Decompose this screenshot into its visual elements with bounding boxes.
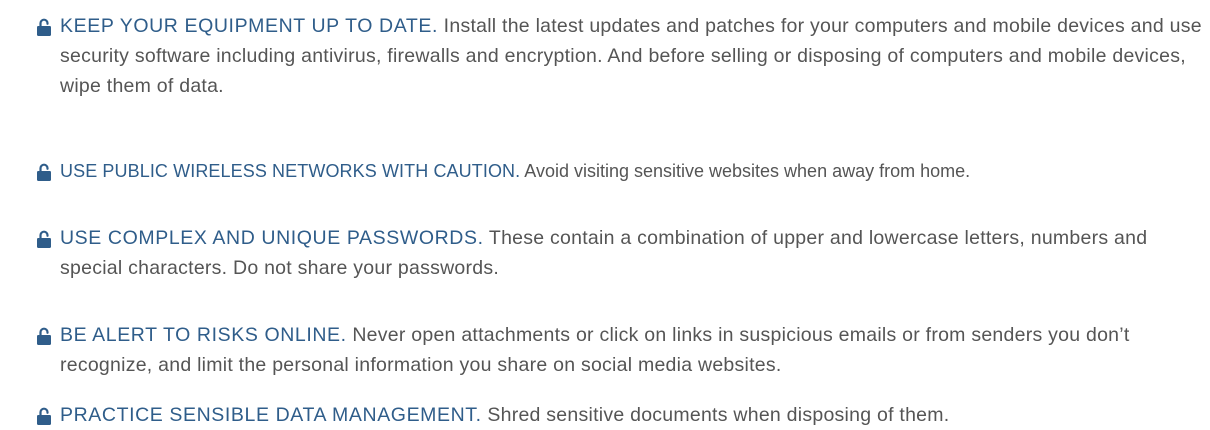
tip-heading: USE COMPLEX AND UNIQUE PASSWORDS. xyxy=(60,227,484,249)
tip-body: Shred sensitive documents when disposing… xyxy=(481,404,950,426)
tip-heading: KEEP YOUR EQUIPMENT UP TO DATE. xyxy=(60,15,439,37)
tip-alert-to-risks-online: BE ALERT TO RISKS ONLINE. Never open att… xyxy=(36,320,1202,380)
tip-keep-equipment-up-to-date: KEEP YOUR EQUIPMENT UP TO DATE. Install … xyxy=(36,11,1202,101)
tip-text: USE COMPLEX AND UNIQUE PASSWORDS. These … xyxy=(60,223,1202,283)
tip-complex-unique-passwords: USE COMPLEX AND UNIQUE PASSWORDS. These … xyxy=(36,223,1202,283)
tip-heading: BE ALERT TO RISKS ONLINE. xyxy=(60,324,347,346)
lock-icon xyxy=(36,230,52,248)
tip-text: PRACTICE SENSIBLE DATA MANAGEMENT. Shred… xyxy=(60,400,1202,430)
tip-sensible-data-management: PRACTICE SENSIBLE DATA MANAGEMENT. Shred… xyxy=(36,400,1202,430)
lock-icon xyxy=(36,163,52,181)
tip-text: BE ALERT TO RISKS ONLINE. Never open att… xyxy=(60,320,1202,380)
tip-text: USE PUBLIC WIRELESS NETWORKS WITH CAUTIO… xyxy=(60,156,1202,186)
tip-heading: PRACTICE SENSIBLE DATA MANAGEMENT. xyxy=(60,404,482,426)
tip-public-wireless-networks: USE PUBLIC WIRELESS NETWORKS WITH CAUTIO… xyxy=(36,156,1202,186)
lock-icon xyxy=(36,327,52,345)
security-tips-list: KEEP YOUR EQUIPMENT UP TO DATE. Install … xyxy=(0,0,1210,426)
tip-heading: USE PUBLIC WIRELESS NETWORKS WITH CAUTIO… xyxy=(60,161,521,181)
tip-body: Avoid visiting sensitive websites when a… xyxy=(520,161,971,181)
lock-icon xyxy=(36,18,52,36)
tip-text: KEEP YOUR EQUIPMENT UP TO DATE. Install … xyxy=(60,11,1202,101)
lock-icon xyxy=(36,407,52,425)
